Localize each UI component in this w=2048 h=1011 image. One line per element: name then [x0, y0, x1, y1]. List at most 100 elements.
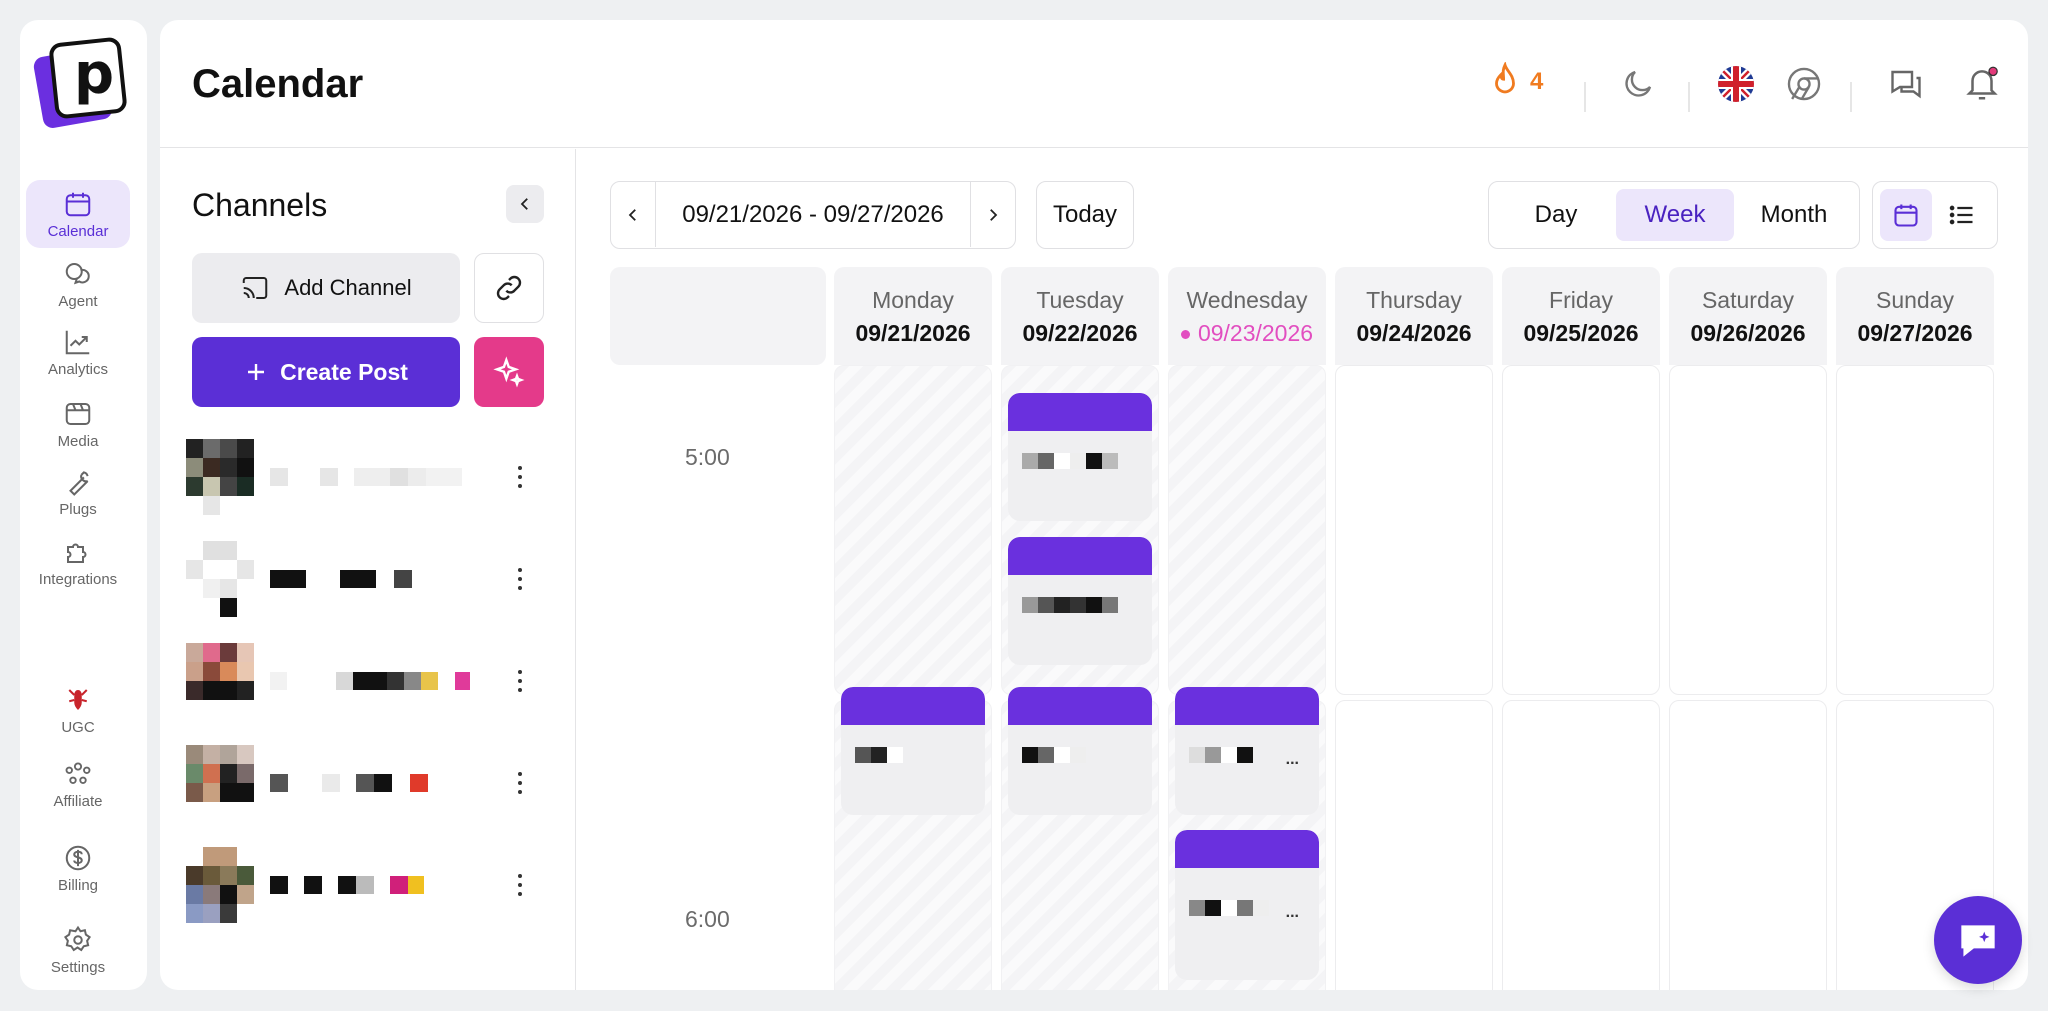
- notifications-button[interactable]: [1960, 62, 2004, 106]
- streak-count: 4: [1530, 68, 1544, 95]
- post-preview[interactable]: ...: [1175, 687, 1319, 815]
- nav-label: Media: [57, 432, 99, 450]
- time-slot[interactable]: [1502, 700, 1660, 990]
- nav-label: Affiliate: [53, 792, 103, 810]
- divider: [1688, 82, 1690, 112]
- time-slot[interactable]: [1669, 700, 1827, 990]
- post-preview-header: [1175, 687, 1319, 725]
- time-label: 5:00: [685, 444, 730, 470]
- view-month-button[interactable]: Month: [1739, 189, 1849, 241]
- channel-item[interactable]: [186, 643, 546, 719]
- channel-menu-button[interactable]: [510, 457, 530, 497]
- post-overflow-text: ...: [1285, 751, 1299, 768]
- day-name: Monday: [872, 287, 954, 313]
- messages-button[interactable]: [1884, 62, 1928, 106]
- display-mode-switcher: [1872, 181, 1998, 249]
- view-day-button[interactable]: Day: [1501, 189, 1611, 241]
- nav-item-media[interactable]: Media: [26, 390, 130, 458]
- calendar-mode-button[interactable]: [1880, 189, 1932, 241]
- channel-menu-button[interactable]: [510, 661, 530, 701]
- channel-menu-button[interactable]: [510, 763, 530, 803]
- day-header-wednesday: Wednesday 09/23/2026: [1168, 267, 1326, 365]
- flame-icon: [1495, 62, 1515, 94]
- gear-icon: [63, 925, 92, 951]
- time-slot[interactable]: [1502, 365, 1660, 695]
- channel-item[interactable]: [186, 847, 546, 923]
- time-slot[interactable]: [834, 365, 992, 695]
- post-preview[interactable]: [1008, 687, 1152, 815]
- create-post-button[interactable]: Create Post: [192, 337, 460, 407]
- post-preview-header: [1008, 537, 1152, 575]
- chrome-icon: [1787, 67, 1821, 101]
- uk-flag-icon: [1718, 66, 1754, 102]
- day-name: Wednesday: [1186, 287, 1308, 313]
- channel-menu-button[interactable]: [510, 865, 530, 905]
- date-range-label[interactable]: 09/21/2026 - 09/27/2026: [655, 182, 971, 247]
- nav-item-calendar[interactable]: Calendar: [26, 180, 130, 248]
- post-preview[interactable]: [841, 687, 985, 815]
- lobster-icon: [68, 688, 88, 710]
- browser-extension-button[interactable]: [1782, 62, 1826, 106]
- ai-generate-button[interactable]: [474, 337, 544, 407]
- view-week-button[interactable]: Week: [1616, 189, 1734, 241]
- chevron-left-icon: [520, 198, 528, 210]
- day-header-monday: Monday 09/21/2026: [834, 267, 992, 365]
- channel-item[interactable]: [186, 745, 546, 821]
- time-slot[interactable]: [1168, 365, 1326, 695]
- day-name: Sunday: [1875, 287, 1954, 313]
- time-slot[interactable]: [1335, 365, 1493, 695]
- nav-label: UGC: [61, 718, 95, 736]
- wrench-icon: [69, 470, 89, 496]
- day-date: 09/21/2026: [855, 320, 971, 346]
- channel-name-redacted: [270, 875, 470, 895]
- post-preview[interactable]: ...: [1175, 830, 1319, 980]
- day-name: Friday: [1549, 287, 1613, 313]
- channel-item[interactable]: [186, 439, 546, 515]
- channel-item[interactable]: [186, 541, 546, 617]
- app-logo[interactable]: p: [32, 34, 134, 134]
- time-slot[interactable]: [1836, 365, 1994, 695]
- next-week-button[interactable]: [971, 182, 1015, 247]
- time-slot[interactable]: [1335, 700, 1493, 990]
- time-slot[interactable]: [1669, 365, 1827, 695]
- page-title: Calendar: [192, 62, 364, 106]
- nav-item-settings[interactable]: Settings: [26, 916, 130, 984]
- nav-item-affiliate[interactable]: Affiliate: [26, 750, 130, 818]
- nav-item-agent[interactable]: Agent: [26, 250, 130, 318]
- left-sidebar: p Calendar Agent Analytics Media Plugs I…: [20, 20, 147, 990]
- day-header-thursday: Thursday 09/24/2026: [1335, 267, 1493, 365]
- dollar-icon: [65, 845, 91, 870]
- today-button[interactable]: Today: [1036, 181, 1134, 249]
- list-mode-button[interactable]: [1936, 189, 1988, 241]
- channel-name-redacted: [270, 773, 470, 793]
- link-icon: [496, 275, 522, 301]
- nav-item-analytics[interactable]: Analytics: [26, 318, 130, 386]
- chevron-right-icon: [990, 208, 998, 221]
- post-content-redacted: [855, 747, 903, 777]
- post-preview-header: [1008, 687, 1152, 725]
- add-channel-button[interactable]: Add Channel: [192, 253, 460, 323]
- view-switcher: Day Week Month: [1488, 181, 1860, 249]
- trend-chart-icon: [65, 330, 90, 354]
- channel-menu-button[interactable]: [510, 559, 530, 599]
- add-channel-label: Add Channel: [284, 275, 412, 300]
- dark-mode-toggle[interactable]: [1616, 62, 1660, 106]
- streak-indicator[interactable]: 4: [1488, 62, 1543, 102]
- previous-week-button[interactable]: [611, 182, 655, 247]
- nav-item-plugs[interactable]: Plugs: [26, 458, 130, 526]
- divider: [1850, 82, 1852, 112]
- nav-item-ugc[interactable]: UGC: [26, 676, 130, 744]
- calendar-icon: [1894, 204, 1918, 227]
- nav-label: Billing: [57, 876, 99, 894]
- bell-icon: [1966, 66, 1998, 100]
- nav-item-integrations[interactable]: Integrations: [26, 528, 130, 596]
- post-preview[interactable]: [1008, 393, 1152, 521]
- collapse-channels-button[interactable]: [506, 185, 544, 223]
- day-header-tuesday: Tuesday 09/22/2026: [1001, 267, 1159, 365]
- calendar-icon: [65, 192, 91, 216]
- link-button[interactable]: [474, 253, 544, 323]
- language-selector[interactable]: [1714, 62, 1758, 106]
- nav-item-billing[interactable]: Billing: [26, 834, 130, 902]
- support-chat-button[interactable]: [1934, 896, 2022, 984]
- post-preview[interactable]: [1008, 537, 1152, 665]
